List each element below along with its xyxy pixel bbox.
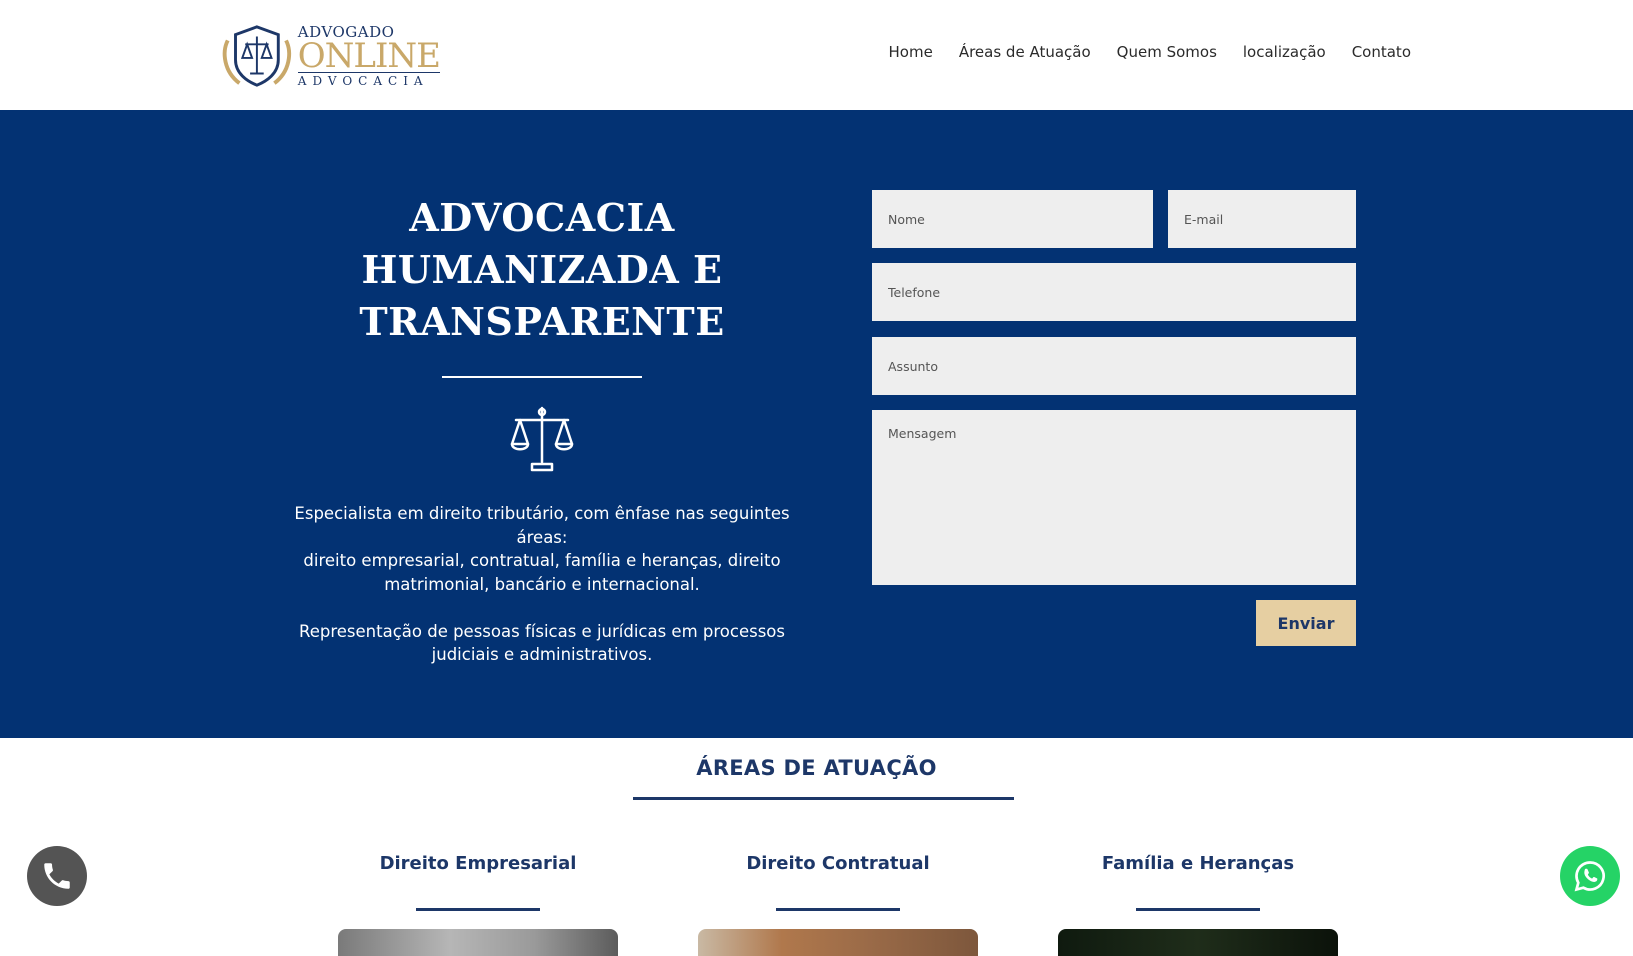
nav-quem-somos[interactable]: Quem Somos [1117, 43, 1217, 61]
nav-areas-de-atuacao[interactable]: Áreas de Atuação [959, 43, 1091, 61]
email-field[interactable] [1168, 190, 1356, 248]
name-field[interactable] [872, 190, 1153, 248]
area-divider [416, 908, 540, 911]
hero-title: ADVOCACIA HUMANIZADA E TRANSPARENTE [359, 195, 725, 344]
area-card-empresarial[interactable]: Direito Empresarial [328, 853, 628, 911]
whatsapp-icon [1574, 861, 1605, 892]
nav-localizacao[interactable]: localização [1243, 43, 1326, 61]
phone-icon [44, 863, 70, 889]
area-divider [1136, 908, 1260, 911]
hero-intro: ADVOCACIA HUMANIZADA E TRANSPARENTE Espe… [290, 192, 794, 667]
area-image-familia [1058, 929, 1338, 956]
area-title: Família e Heranças [1101, 853, 1295, 874]
subject-field[interactable] [872, 337, 1356, 395]
hero-description: Especialista em direito tributário, com … [294, 504, 790, 664]
scales-of-justice-icon [510, 406, 574, 472]
site-logo[interactable]: ADVOGADO ONLINE ADVOCACIA [218, 22, 441, 90]
area-card-contratual[interactable]: Direito Contratual [688, 853, 988, 911]
phone-field[interactable] [872, 263, 1356, 321]
whatsapp-button[interactable] [1560, 846, 1620, 906]
area-image-contratual [698, 929, 978, 956]
hero-divider [442, 376, 642, 378]
message-field[interactable] [872, 410, 1356, 585]
submit-button[interactable]: Enviar [1256, 600, 1356, 646]
scales-shield-icon [222, 25, 291, 87]
area-divider [776, 908, 900, 911]
hero-section: ADVOCACIA HUMANIZADA E TRANSPARENTE Espe… [0, 110, 1633, 738]
area-image-empresarial [338, 929, 618, 956]
logo-line-advocacia: ADVOCACIA [297, 72, 440, 88]
area-title: Direito Empresarial [379, 853, 577, 874]
area-title: Direito Contratual [746, 853, 930, 874]
areas-section-title: ÁREAS DE ATUAÇÃO [696, 756, 937, 780]
main-nav: Home Áreas de Atuação Quem Somos localiz… [863, 43, 1411, 61]
nav-contato[interactable]: Contato [1352, 43, 1411, 61]
phone-call-button[interactable] [27, 846, 87, 906]
nav-home[interactable]: Home [889, 43, 933, 61]
logo-line-online: ONLINE [297, 36, 441, 76]
site-header: ADVOGADO ONLINE ADVOCACIA Home Áreas de … [0, 0, 1633, 110]
areas-title-divider [633, 797, 1014, 800]
area-card-familia[interactable]: Família e Heranças [1048, 853, 1348, 911]
